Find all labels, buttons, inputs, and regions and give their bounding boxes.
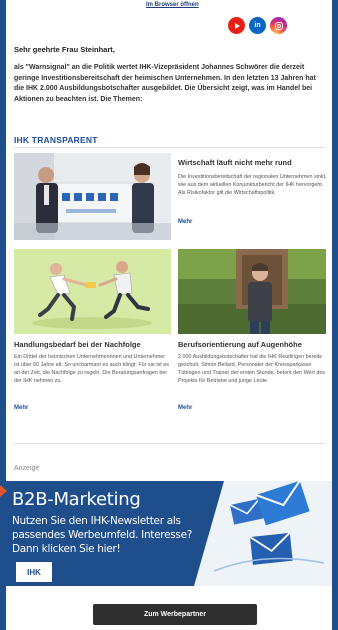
article-image-portrait[interactable] bbox=[178, 249, 326, 334]
instagram-icon[interactable] bbox=[270, 17, 287, 34]
divider bbox=[14, 443, 326, 444]
section-title: IHK TRANSPARENT bbox=[14, 135, 98, 145]
linkedin-icon[interactable]: in bbox=[249, 17, 266, 34]
article-image-press-conference[interactable] bbox=[14, 153, 171, 240]
article-title[interactable]: Wirtschaft läuft nicht mehr rund bbox=[178, 158, 292, 167]
ad-subtitle: Nutzen Sie den IHK-Newsletter als passen… bbox=[12, 515, 193, 555]
social-links: in bbox=[228, 17, 287, 34]
article-more-link[interactable]: Mehr bbox=[178, 405, 192, 411]
article-more-link[interactable]: Mehr bbox=[14, 405, 28, 411]
youtube-icon[interactable] bbox=[228, 17, 245, 34]
open-in-browser-link[interactable]: Im Browser öffnen bbox=[146, 2, 199, 8]
arrow-marker-icon bbox=[0, 485, 7, 497]
newsletter-header: Im Browser öffnen in bbox=[6, 0, 332, 40]
article-text: Ein Drittel der heimischen Unternehmerin… bbox=[14, 354, 169, 384]
ad-label: Anzeige bbox=[14, 465, 40, 472]
ihk-logo: IHK bbox=[16, 562, 52, 582]
article-text: 2.000 Ausbildungsbotschafter hat die IHK… bbox=[178, 354, 326, 384]
article-text: Die Investitionsbereitschaft der regiona… bbox=[178, 174, 327, 196]
article-title[interactable]: Berufsorientierung auf Augenhöhe bbox=[178, 340, 302, 349]
article-image-relay-race[interactable] bbox=[14, 249, 171, 334]
intro-text: als "Warnsignal" an die Politik wertet I… bbox=[14, 64, 316, 103]
divider bbox=[14, 147, 326, 148]
ad-partner-button[interactable]: Zum Werbepartner bbox=[93, 604, 257, 625]
newsletter-frame: Im Browser öffnen in Sehr geehrte Frau S… bbox=[6, 0, 332, 630]
greeting: Sehr geehrte Frau Steinhart, bbox=[14, 45, 115, 54]
article-more-link[interactable]: Mehr bbox=[178, 219, 192, 225]
article-title[interactable]: Handlungsbedarf bei der Nachfolge bbox=[14, 340, 141, 349]
ad-banner[interactable]: B2B-Marketing Nutzen Sie den IHK-Newslet… bbox=[6, 481, 332, 586]
ad-title: B2B-Marketing bbox=[12, 489, 141, 510]
